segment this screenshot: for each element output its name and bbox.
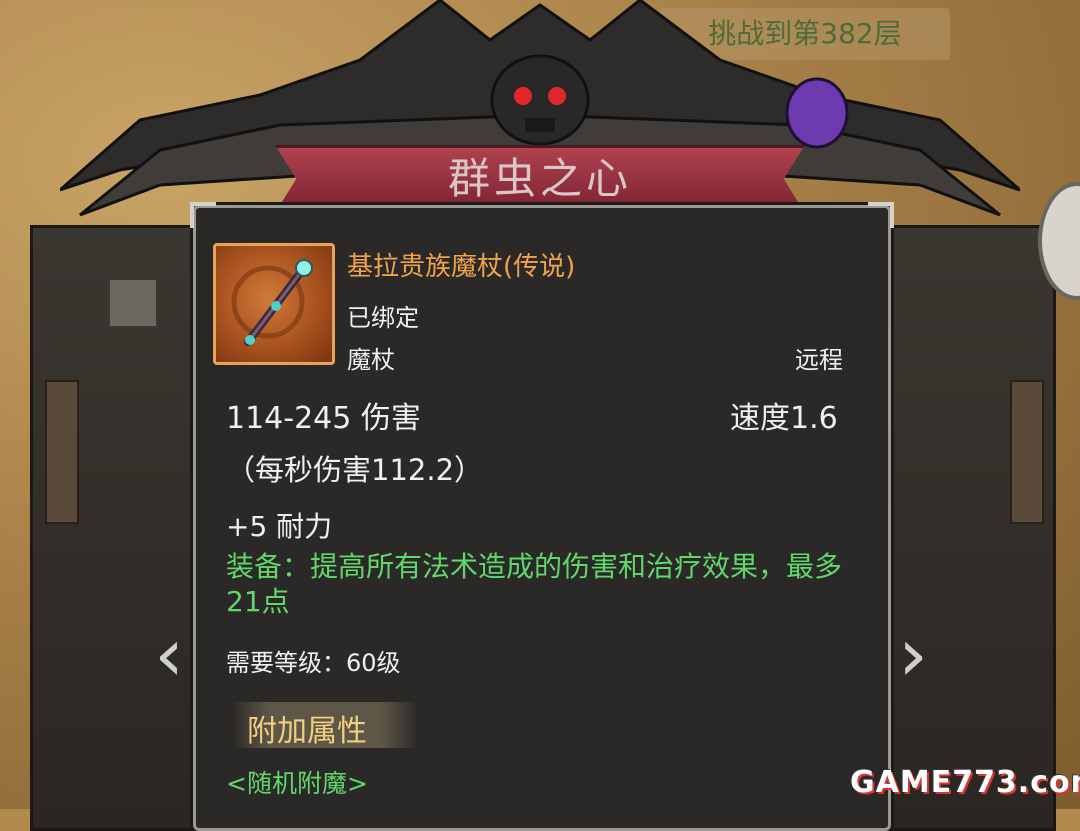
next-arrow-icon[interactable]: ›: [884, 615, 942, 695]
dps-stat: （每秒伤害112.2）: [226, 453, 484, 487]
item-name: 基拉贵族魔杖(传说): [347, 252, 576, 282]
affix-header: 附加属性: [247, 714, 367, 749]
damage-stat: 114-245 伤害: [226, 401, 421, 436]
right-pillar: [1010, 380, 1044, 524]
wand-graphic: [231, 259, 313, 346]
item-type: 魔杖: [347, 346, 395, 374]
site-watermark: GAME773.com: [850, 765, 1080, 800]
wand-icon: [213, 243, 335, 365]
level-requirement: 需要等级：60级: [226, 649, 401, 677]
boss-title: 群虫之心: [447, 154, 632, 203]
left-pillar: [45, 380, 79, 524]
random-enchant: <随机附魔>: [226, 769, 368, 798]
equip-effect: 装备：提高所有法术造成的伤害和治疗效果，最多21点: [226, 550, 843, 618]
panel-corner-decoration: [190, 202, 216, 228]
stamina-stat: +5 耐力: [226, 510, 333, 543]
prev-arrow-icon[interactable]: ‹: [140, 615, 198, 695]
flag-icon[interactable]: [108, 278, 158, 328]
panel-corner-decoration: [868, 202, 894, 228]
range-type: 远程: [795, 346, 843, 374]
speed-stat: 速度1.6: [730, 401, 838, 436]
bind-status: 已绑定: [347, 304, 419, 332]
